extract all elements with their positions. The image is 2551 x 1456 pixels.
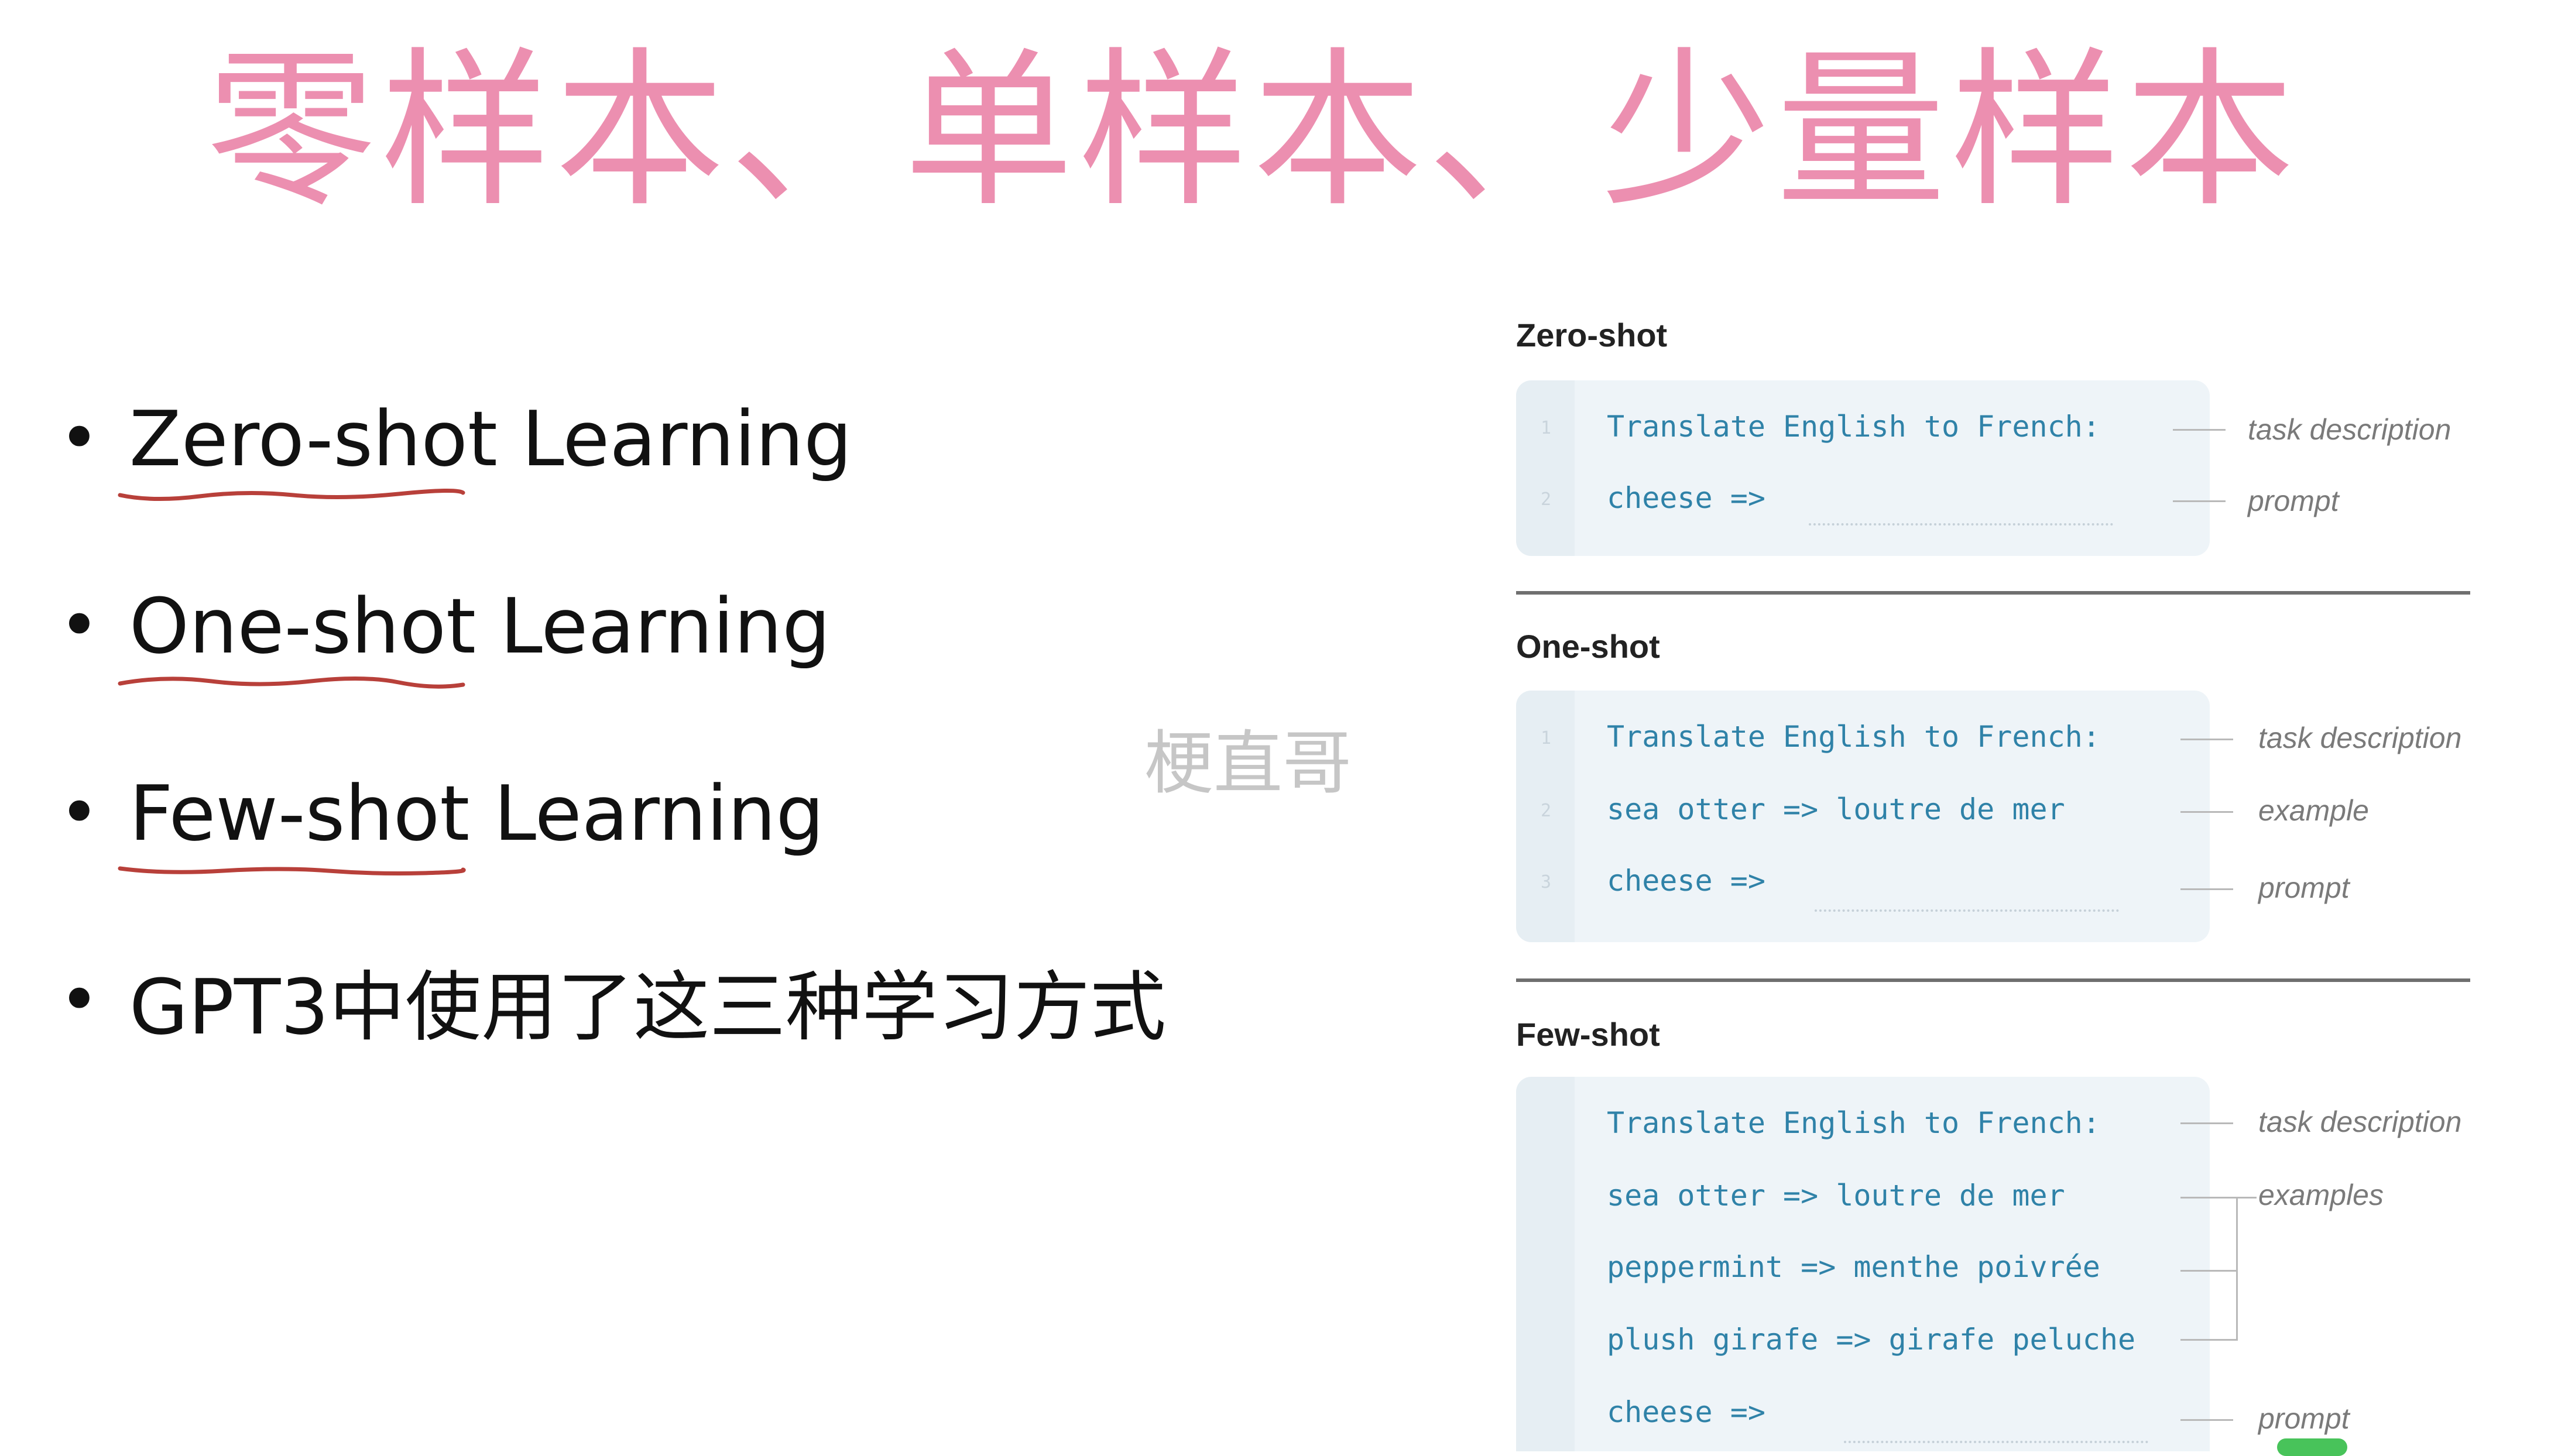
annotation-arrow bbox=[2180, 1122, 2233, 1124]
few-shot-code-box: Translate English to French: sea otter =… bbox=[1516, 1077, 2210, 1451]
annotation-arrow bbox=[2173, 429, 2226, 431]
annotation-arrow bbox=[2180, 1270, 2236, 1272]
bullet-dot: • bbox=[59, 398, 100, 479]
line-number: 1 bbox=[1541, 728, 1552, 748]
annotation-arrow bbox=[2173, 500, 2226, 502]
annotation-task-description: task description bbox=[2248, 413, 2451, 446]
answer-blank bbox=[1844, 1441, 2148, 1443]
answer-blank bbox=[1809, 523, 2113, 526]
bullet-few-shot-text: Few-shot Learning bbox=[118, 769, 824, 875]
code-line-prompt: cheese => bbox=[1607, 864, 1765, 898]
annotation-prompt: prompt bbox=[2258, 1402, 2350, 1435]
code-line-example: sea otter => loutre de mer bbox=[1607, 1179, 2065, 1213]
code-line-example: sea otter => loutre de mer bbox=[1607, 792, 2065, 826]
annotation-arrow bbox=[2180, 1419, 2233, 1421]
zero-shot-label: Zero-shot bbox=[1516, 317, 1668, 353]
code-line-prompt: cheese => bbox=[1607, 481, 1765, 515]
zero-shot-code-box: 1 2 Translate English to French: cheese … bbox=[1516, 380, 2210, 556]
bullet-one-shot-text: One-shot Learning bbox=[118, 582, 831, 689]
code-line-example: peppermint => menthe poivrée bbox=[1607, 1250, 2100, 1284]
slide-title: 零样本、单样本、少量样本 bbox=[206, 33, 2299, 230]
annotation-example: example bbox=[2258, 794, 2369, 827]
section-divider bbox=[1516, 591, 2470, 595]
annotation-arrow bbox=[2180, 811, 2233, 813]
answer-blank bbox=[1815, 909, 2119, 912]
annotation-prompt: prompt bbox=[2258, 871, 2350, 904]
line-gutter bbox=[1516, 1077, 1575, 1451]
line-number: 2 bbox=[1541, 801, 1552, 821]
section-divider bbox=[1516, 978, 2470, 982]
bullet-dot: • bbox=[59, 772, 100, 854]
code-line-task: Translate English to French: bbox=[1607, 410, 2100, 444]
annotation-arrow bbox=[2180, 888, 2233, 890]
code-line-task: Translate English to French: bbox=[1607, 1106, 2100, 1140]
red-underline bbox=[118, 488, 465, 502]
code-line-prompt: cheese => bbox=[1607, 1395, 1765, 1429]
annotation-task-description: task description bbox=[2258, 722, 2462, 754]
bullet-few-shot: • Few-shot Learning bbox=[59, 761, 824, 875]
line-number: 3 bbox=[1541, 872, 1552, 892]
one-shot-label: One-shot bbox=[1516, 628, 1660, 665]
few-shot-label: Few-shot bbox=[1516, 1016, 1660, 1053]
code-line-task: Translate English to French: bbox=[1607, 720, 2100, 754]
bullet-one-shot: • One-shot Learning bbox=[59, 574, 831, 689]
bullet-gpt3: • GPT3中使用了这三种学习方式 bbox=[59, 948, 1166, 1053]
watermark: 梗直哥 bbox=[1144, 723, 1352, 803]
bullet-label: Few-shot Learning bbox=[129, 769, 824, 858]
bullet-dot: • bbox=[59, 960, 100, 1041]
annotation-arrow bbox=[2180, 739, 2233, 740]
line-gutter bbox=[1516, 380, 1575, 556]
bullet-label: Zero-shot Learning bbox=[129, 394, 852, 483]
bullet-zero-shot: • Zero-shot Learning bbox=[59, 386, 852, 502]
green-indicator bbox=[2277, 1438, 2347, 1456]
bullet-dot: • bbox=[59, 585, 100, 667]
line-number: 2 bbox=[1541, 489, 1552, 510]
annotation-arrow bbox=[2236, 1197, 2257, 1199]
bullet-gpt3-text: GPT3中使用了这三种学习方式 bbox=[129, 963, 1167, 1052]
annotation-examples: examples bbox=[2258, 1179, 2384, 1211]
annotation-task-description: task description bbox=[2258, 1105, 2462, 1138]
examples-bracket bbox=[2180, 1197, 2238, 1341]
bullet-zero-shot-text: Zero-shot Learning bbox=[118, 394, 852, 502]
line-number: 1 bbox=[1541, 418, 1552, 438]
bullet-label: One-shot Learning bbox=[129, 582, 831, 671]
annotation-prompt: prompt bbox=[2248, 485, 2339, 517]
code-line-example: plush girafe => girafe peluche bbox=[1607, 1323, 2136, 1357]
one-shot-code-box: 1 2 3 Translate English to French: sea o… bbox=[1516, 691, 2210, 942]
red-underline bbox=[118, 866, 466, 875]
red-underline bbox=[118, 676, 465, 689]
